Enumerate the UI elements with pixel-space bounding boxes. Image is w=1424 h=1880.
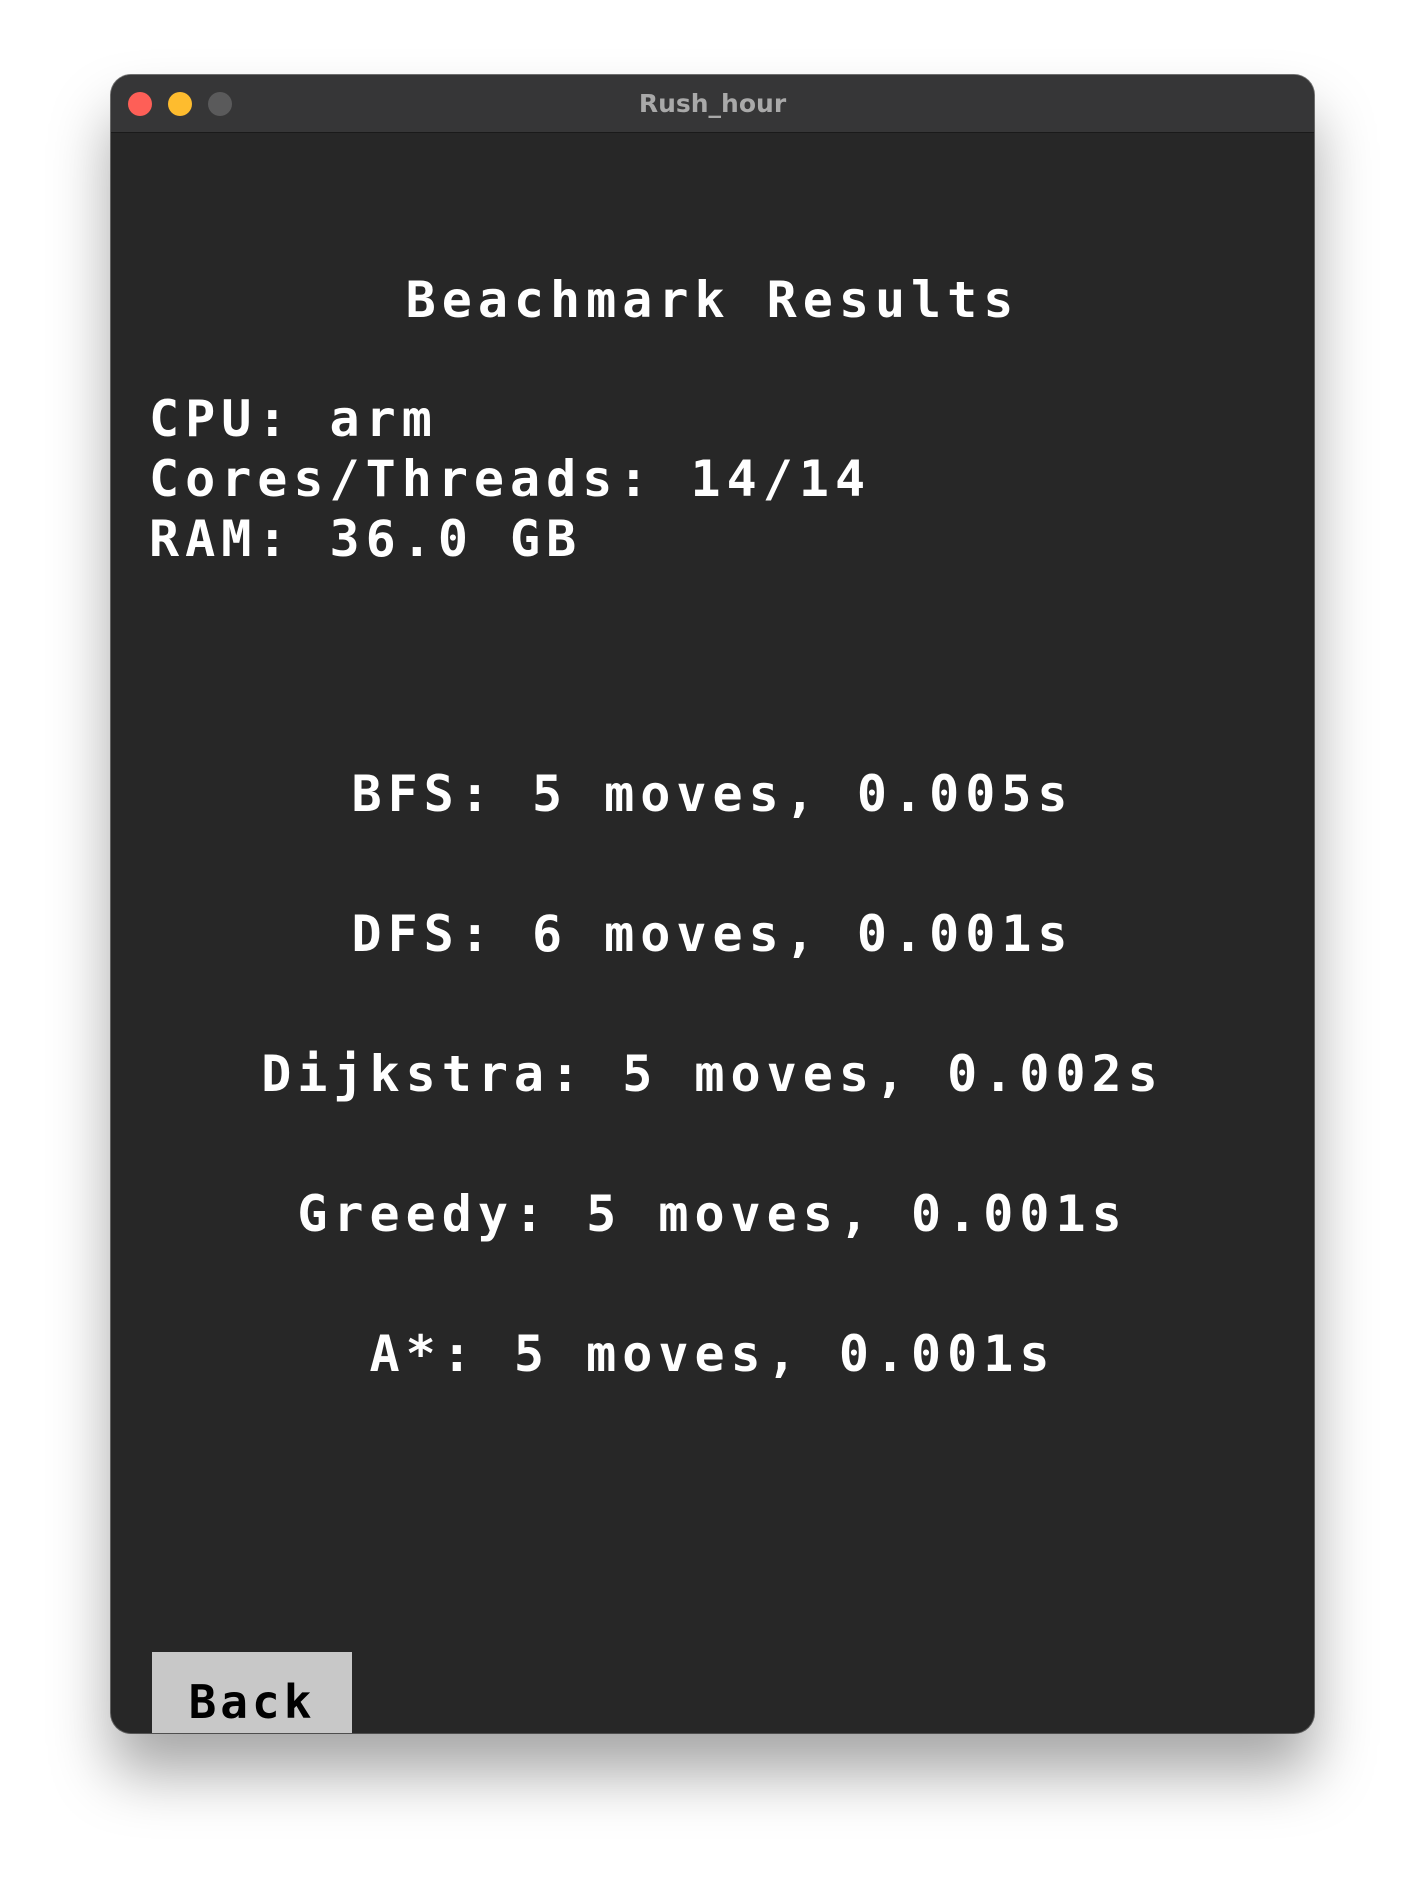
back-button[interactable]: Back (152, 1652, 352, 1733)
result-bfs: BFS: 5 moves, 0.005s (351, 765, 1074, 823)
page-title: Beachmark Results (405, 271, 1020, 329)
result-greedy: Greedy: 5 moves, 0.001s (297, 1185, 1128, 1243)
window-title: Rush_hour (638, 89, 787, 118)
cpu-info: CPU: arm (149, 390, 438, 448)
result-astar: A*: 5 moves, 0.001s (369, 1325, 1056, 1383)
benchmark-screen: Beachmark Results CPU: arm Cores/Threads… (111, 133, 1314, 1733)
cores-threads-info: Cores/Threads: 14/14 (149, 450, 872, 508)
result-dfs: DFS: 6 moves, 0.001s (351, 905, 1074, 963)
result-dijkstra: Dijkstra: 5 moves, 0.002s (261, 1045, 1164, 1103)
title-bar[interactable]: Rush_hour (111, 75, 1314, 133)
ram-info: RAM: 36.0 GB (149, 510, 583, 568)
app-window: Rush_hour Beachmark Results CPU: arm Cor… (111, 75, 1314, 1733)
